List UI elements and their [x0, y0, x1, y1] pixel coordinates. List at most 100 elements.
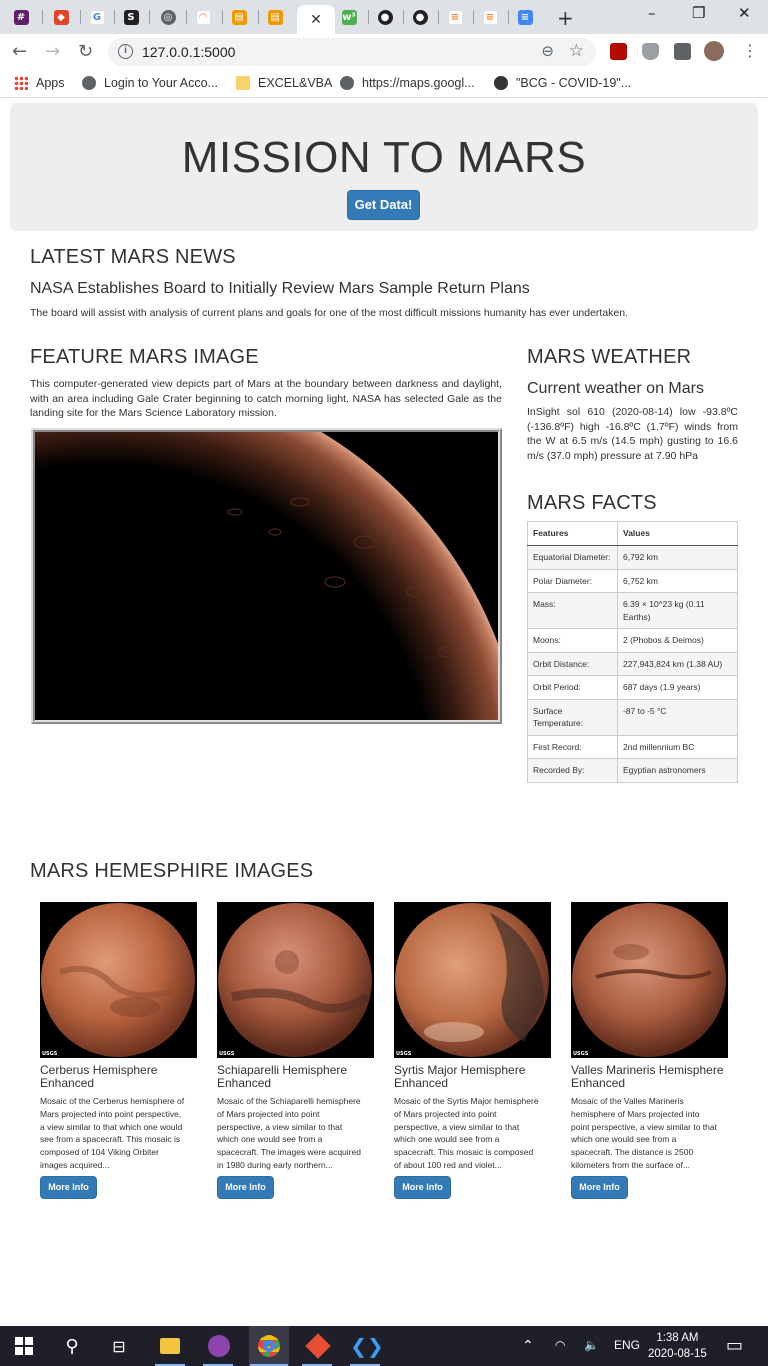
tab-w3[interactable]: w³: [336, 5, 362, 29]
volume-icon[interactable]: 🔈: [584, 1338, 599, 1352]
slack-icon: #: [13, 9, 29, 25]
address-bar[interactable]: i 127.0.0.1:5000 ⊖ ☆: [108, 38, 596, 66]
bookmark-login[interactable]: Login to Your Acco...: [82, 76, 218, 90]
hemisphere-card-syrtis-major: USGS Syrtis Major Hemisphere Enhanced Mo…: [394, 902, 551, 1199]
more-info-button[interactable]: More Info: [571, 1175, 628, 1199]
bookmark-excel-vba[interactable]: EXCEL&VBA: [236, 76, 332, 90]
globe-icon: ◎: [160, 9, 176, 25]
url-text[interactable]: 127.0.0.1:5000: [142, 44, 235, 60]
fact-value: 227,943,824 km (1.38 AU): [617, 651, 738, 676]
get-data-button[interactable]: Get Data!: [347, 190, 420, 220]
back-arrow-icon[interactable]: ←: [12, 41, 27, 62]
tab-active-mars[interactable]: ✕: [297, 5, 335, 34]
zoom-icon[interactable]: ⊖: [541, 42, 554, 60]
hemisphere-description: Mosaic of the Cerberus hemisphere of Mar…: [40, 1096, 185, 1170]
hemisphere-image[interactable]: USGS: [394, 902, 551, 1058]
usgs-label: USGS: [573, 1051, 589, 1057]
more-info-button[interactable]: More Info: [40, 1175, 97, 1199]
new-tab-plus-icon[interactable]: +: [557, 6, 574, 30]
tab-docs[interactable]: ≡: [512, 5, 538, 29]
profile-avatar[interactable]: [704, 41, 724, 61]
more-info-button[interactable]: More Info: [217, 1175, 274, 1199]
notifications-icon[interactable]: ▭: [726, 1335, 743, 1356]
tab-globe[interactable]: ◎: [155, 5, 181, 29]
tab-slack[interactable]: #: [8, 5, 34, 29]
wifi-icon[interactable]: ◠: [555, 1338, 565, 1352]
usgs-label: USGS: [396, 1051, 412, 1057]
fact-value: 6,792 km: [617, 545, 738, 570]
tab-jupyter[interactable]: ◠: [190, 5, 216, 29]
tab-strip: # ◆ G S ◎ ◠ ▤ ▤ ✕ w³ ● ● ≡ ≡ ≡ + – ❐ ✕: [0, 0, 768, 34]
info-icon[interactable]: i: [118, 44, 133, 59]
hemisphere-description: Mosaic of the Syrtis Major hemisphere of…: [394, 1096, 539, 1170]
language-indicator[interactable]: ENG: [614, 1338, 640, 1352]
clock-time: 1:38 AM: [656, 1332, 699, 1344]
bookmark-bcg[interactable]: "BCG - COVID-19"...: [494, 76, 631, 90]
vscode-icon[interactable]: ❮❯: [350, 1334, 384, 1358]
tab-stackoverflow-1[interactable]: ≡: [442, 5, 468, 29]
reload-icon[interactable]: ↻: [78, 41, 93, 62]
shield-extension-icon[interactable]: [642, 43, 659, 60]
restore-icon[interactable]: ❐: [692, 4, 705, 22]
book-icon: ▤: [231, 9, 247, 25]
menu-kebab-icon[interactable]: ⋮: [742, 41, 758, 60]
tab-github-2[interactable]: ●: [407, 5, 433, 29]
tab-google[interactable]: G: [84, 5, 110, 29]
fact-feature: Orbit Period:: [527, 675, 618, 700]
hemispheres-heading: MARS HEMESPHIRE IMAGES: [30, 860, 314, 882]
table-header-row: Features Values: [527, 521, 738, 546]
window-close-icon[interactable]: ✕: [738, 4, 751, 22]
puzzle-extensions-icon[interactable]: [674, 43, 691, 60]
bookmark-apps[interactable]: Apps: [14, 76, 65, 90]
hemisphere-image[interactable]: USGS: [571, 902, 728, 1058]
hemisphere-image[interactable]: USGS: [40, 902, 197, 1058]
hemisphere-title: Schiaparelli Hemisphere Enhanced: [217, 1063, 348, 1090]
minimize-icon[interactable]: –: [648, 4, 656, 22]
close-icon[interactable]: ✕: [310, 12, 322, 28]
fact-value: 2nd millennium BC: [617, 734, 738, 759]
tab-book-1[interactable]: ▤: [226, 5, 252, 29]
windows-start-icon[interactable]: [12, 1334, 36, 1358]
apps-grid-icon: [14, 76, 28, 90]
hemisphere-card-schiaparelli: USGS Schiaparelli Hemisphere Enhanced Mo…: [217, 902, 374, 1199]
fact-value: 687 days (1.9 years): [617, 675, 738, 700]
page-content: MISSION TO MARS Get Data! LATEST MARS NE…: [0, 98, 768, 1326]
hemisphere-image[interactable]: USGS: [217, 902, 374, 1058]
table-row: Orbit Distance: 227,943,824 km (1.38 AU): [527, 651, 738, 676]
chevron-up-icon[interactable]: ⌃: [522, 1338, 534, 1354]
fact-feature: Moons:: [527, 628, 618, 653]
tab-github-1[interactable]: ●: [372, 5, 398, 29]
table-row: Equatorial Diameter: 6,792 km: [527, 545, 738, 570]
tab-stackoverflow-2[interactable]: ≡: [477, 5, 503, 29]
search-icon[interactable]: ⚲: [60, 1334, 84, 1358]
fact-feature: Mass:: [527, 592, 618, 629]
file-explorer-icon[interactable]: [158, 1334, 182, 1358]
hemisphere-card-cerberus: USGS Cerberus Hemisphere Enhanced Mosaic…: [40, 902, 197, 1199]
table-row: Recorded By: Egyptian astronomers: [527, 758, 738, 783]
pdf-extension-icon[interactable]: [610, 43, 627, 60]
facts-heading: MARS FACTS: [527, 492, 657, 514]
clock-date: 2020-08-15: [648, 1348, 707, 1360]
tab-s[interactable]: S: [118, 5, 144, 29]
column-header-values: Values: [617, 521, 738, 546]
git-icon[interactable]: [305, 1333, 331, 1359]
fact-feature: Equatorial Diameter:: [527, 545, 618, 570]
tab-book-2[interactable]: ▤: [262, 5, 288, 29]
fact-value: 2 (Phobos & Deimos): [617, 628, 738, 653]
chrome-icon[interactable]: [257, 1334, 281, 1358]
featured-mars-image[interactable]: [31, 428, 502, 724]
more-info-button[interactable]: More Info: [394, 1175, 451, 1199]
weather-text: InSight sol 610 (2020-08-14) low -93.8ºC…: [527, 406, 738, 462]
task-view-icon[interactable]: ⊟: [107, 1334, 131, 1358]
github-desktop-icon[interactable]: [207, 1334, 231, 1358]
clock[interactable]: 1:38 AM 2020-08-15: [648, 1330, 707, 1362]
hemisphere-description: Mosaic of the Valles Marineris hemispher…: [571, 1096, 717, 1170]
forward-arrow-icon[interactable]: →: [45, 41, 60, 62]
bookmark-maps[interactable]: https://maps.googl...: [340, 76, 475, 90]
news-heading: LATEST MARS NEWS: [30, 246, 236, 268]
hemisphere-card-valles-marineris: USGS Valles Marineris Hemisphere Enhance…: [571, 902, 728, 1199]
mars-facts-table: Features Values Equatorial Diameter: 6,79…: [527, 521, 738, 783]
github-icon: ●: [377, 9, 393, 25]
bookmark-star-icon[interactable]: ☆: [569, 41, 584, 61]
tab-gitlab[interactable]: ◆: [48, 5, 74, 29]
